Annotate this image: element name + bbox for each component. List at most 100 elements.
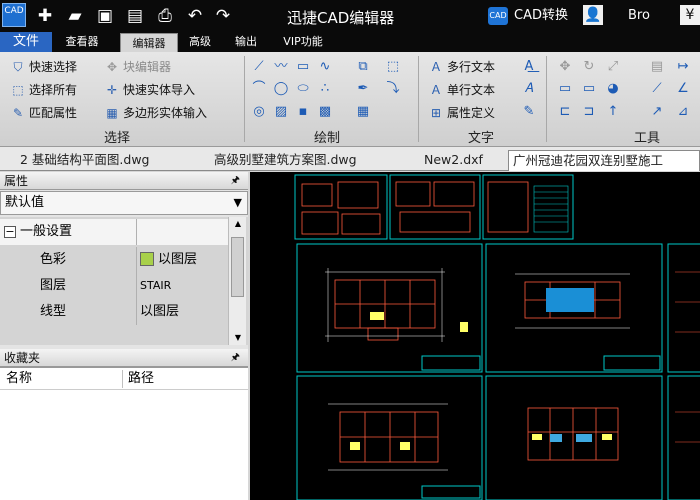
scale-icon[interactable]: ⤢ xyxy=(604,58,622,76)
copy-icon[interactable]: ⧉ xyxy=(354,58,372,76)
app-logo-text: CAD xyxy=(4,6,24,16)
tab-advanced[interactable]: 高级 xyxy=(180,32,220,52)
leader-icon[interactable]: ↗ xyxy=(648,103,666,121)
user-name[interactable]: Bro xyxy=(628,8,650,23)
column-header-name[interactable]: 名称 xyxy=(6,368,32,390)
rotate-icon[interactable]: ↻ xyxy=(580,58,598,76)
rectangle-icon[interactable]: ▭ xyxy=(294,58,312,76)
pin-icon[interactable]: 🖈 xyxy=(231,349,240,367)
column-divider xyxy=(122,370,123,388)
property-key: 色彩 xyxy=(40,252,67,267)
user-avatar-icon[interactable]: 👤 xyxy=(583,5,603,25)
dim-aligned-icon[interactable]: ⟋ xyxy=(648,80,666,98)
insert-icon[interactable]: ⤵ xyxy=(384,80,402,98)
new-icon[interactable]: ✚ xyxy=(34,5,56,27)
arc-icon[interactable]: ⌒ xyxy=(250,80,268,98)
favorites-columns: 名称 路径 xyxy=(0,368,248,390)
doc-tab-1[interactable]: 2 基础结构平面图.dwg xyxy=(20,150,150,171)
tab-file[interactable]: 文件 xyxy=(0,32,52,52)
text-style-icon[interactable]: A͟ xyxy=(520,58,538,76)
undo-icon[interactable]: ↶ xyxy=(184,5,206,27)
tab-viewer[interactable]: 查看器 xyxy=(56,32,108,52)
property-row-linetype[interactable]: 线型 以图层 xyxy=(0,299,228,325)
move-icon[interactable]: ✥ xyxy=(556,58,574,76)
arrow-up-icon[interactable]: ↑ xyxy=(604,103,622,121)
layer-icon[interactable]: ▭ xyxy=(580,80,598,98)
drawing-canvas[interactable] xyxy=(250,172,700,500)
properties-dropdown[interactable]: 默认值 ▼ xyxy=(0,191,248,215)
scrollbar-thumb[interactable] xyxy=(231,237,244,297)
donut-icon[interactable]: ◎ xyxy=(250,103,268,121)
save-icon[interactable]: ▣ xyxy=(94,5,116,27)
property-row-layer[interactable]: 图层 STAIR xyxy=(0,273,228,299)
app-logo[interactable]: CAD xyxy=(2,3,26,27)
match-props-button[interactable]: ✎ 匹配属性 xyxy=(10,103,77,123)
cad-convert-label: CAD转换 xyxy=(514,8,568,23)
scroll-down-icon[interactable]: ▼ xyxy=(229,331,247,345)
property-value[interactable]: 以图层 xyxy=(140,299,179,325)
select-all-label: 选择所有 xyxy=(29,83,78,97)
doc-tab-3[interactable]: New2.dxf xyxy=(424,150,483,171)
region-icon[interactable]: ⬚ xyxy=(384,58,402,76)
doc-tab-2[interactable]: 高级别墅建筑方案图.dwg xyxy=(214,150,357,171)
tab-editor[interactable]: 编辑器 xyxy=(120,33,178,52)
mtext-button[interactable]: Ａ 多行文本 xyxy=(428,57,495,77)
ellipse-icon[interactable]: ⬭ xyxy=(294,80,312,98)
properties-grid: − 一般设置 色彩 以图层 图层 STAIR 线型 以图层 ▲ ▼ xyxy=(0,217,248,345)
pen-icon[interactable]: ✒ xyxy=(354,80,372,98)
property-value[interactable]: 以图层 xyxy=(140,247,197,273)
image-icon[interactable]: ▩ xyxy=(316,103,334,121)
text-group-label: 文字 xyxy=(468,131,495,146)
dim-angle-icon[interactable]: ∠ xyxy=(674,80,692,98)
tab-output[interactable]: 输出 xyxy=(226,32,266,52)
filter-icon: ⛉ xyxy=(13,60,23,74)
redo-icon[interactable]: ↷ xyxy=(212,5,234,27)
spline-icon[interactable]: ∿ xyxy=(316,58,334,76)
point-icon[interactable]: ∴ xyxy=(316,80,334,98)
palette-icon[interactable]: ◕ xyxy=(604,80,622,98)
property-value[interactable]: STAIR xyxy=(140,273,171,299)
hatch-icon[interactable]: ▨ xyxy=(272,103,290,121)
circle-icon[interactable]: ◯ xyxy=(272,80,290,98)
stext-button[interactable]: Ａ 单行文本 xyxy=(428,80,495,100)
attdef-button[interactable]: ⊞ 属性定义 xyxy=(428,103,495,123)
dot-icon[interactable]: ▪ xyxy=(294,103,312,121)
scroll-up-icon[interactable]: ▲ xyxy=(229,217,247,231)
window-control-icon[interactable]: ¥ xyxy=(680,5,700,25)
tab-vip[interactable]: VIP功能 xyxy=(272,32,334,52)
polygon-solid-input-button[interactable]: ▦ 多边形实体输入 xyxy=(104,103,207,123)
cad-convert-button[interactable]: CAD CAD转换 xyxy=(488,6,568,26)
print-icon[interactable]: ⎙ xyxy=(154,5,176,27)
properties-dropdown-value: 默认值 xyxy=(5,195,45,210)
mtext-label: 多行文本 xyxy=(447,60,496,74)
properties-section-general[interactable]: − 一般设置 xyxy=(0,219,228,245)
block-icon[interactable]: ▭ xyxy=(556,80,574,98)
text-note-icon[interactable]: ✎ xyxy=(520,103,538,121)
dim-linear-icon[interactable]: ↦ xyxy=(674,58,692,76)
select-all-button[interactable]: ⬚ 选择所有 xyxy=(10,80,77,100)
properties-scrollbar[interactable]: ▲ ▼ xyxy=(228,217,246,345)
quick-solid-import-button[interactable]: ✛ 快速实体导入 xyxy=(104,80,195,100)
polyline-icon[interactable]: 〰 xyxy=(272,58,290,76)
line-icon[interactable]: ⟋ xyxy=(250,58,268,76)
measure-icon[interactable]: ⊏ xyxy=(556,103,574,121)
open-icon[interactable]: ▰ xyxy=(64,5,86,27)
document-tabs: 2 基础结构平面图.dwg 高级别墅建筑方案图.dwg New2.dxf 广州冠… xyxy=(0,147,700,171)
quick-select-button[interactable]: ⛉ 快速选择 xyxy=(10,57,77,77)
column-header-path[interactable]: 路径 xyxy=(128,368,154,390)
table-icon[interactable]: ▦ xyxy=(354,103,372,121)
collapse-icon[interactable]: − xyxy=(4,226,16,238)
dim-radius-icon[interactable]: ⊿ xyxy=(674,103,692,121)
area-icon[interactable]: ⊐ xyxy=(580,103,598,121)
cad-convert-icon: CAD xyxy=(488,6,508,25)
title-bar: CAD ✚ ▰ ▣ ▤ ⎙ ↶ ↷ 迅捷CAD编辑器 CAD CAD转换 👤 Br… xyxy=(0,0,700,32)
property-row-color[interactable]: 色彩 以图层 xyxy=(0,247,228,273)
save-as-icon[interactable]: ▤ xyxy=(124,5,146,27)
pin-icon[interactable]: 🖈 xyxy=(231,172,240,190)
properties-panel-title: 属性 xyxy=(4,174,29,188)
array-icon[interactable]: ▤ xyxy=(648,58,666,76)
block-editor-button[interactable]: ✥ 块编辑器 xyxy=(104,57,171,77)
text-edit-icon[interactable]: 𝐴 xyxy=(520,80,538,98)
favorites-list[interactable]: 名称 路径 xyxy=(0,367,248,500)
doc-tab-4[interactable]: 广州冠迪花园双连别墅施工 xyxy=(508,150,700,171)
